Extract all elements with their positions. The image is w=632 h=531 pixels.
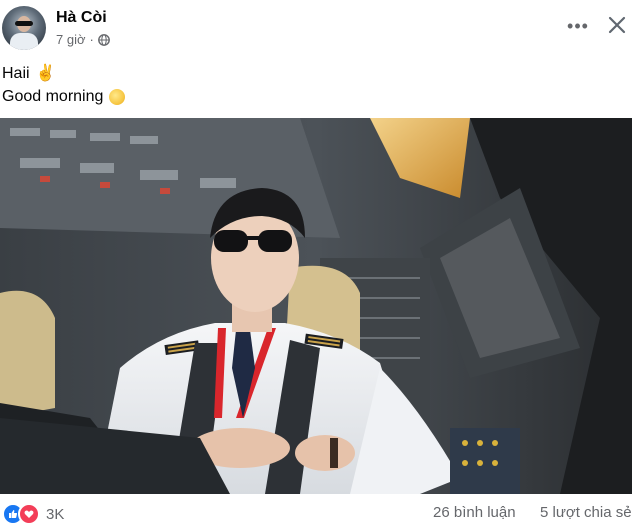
post-time[interactable]: 7 giờ	[56, 32, 86, 47]
post-photo[interactable]	[0, 118, 632, 494]
reactions-count: 3K	[46, 505, 65, 523]
avatar-sunglasses	[15, 21, 33, 26]
author-name[interactable]: Hà Còi	[56, 9, 107, 27]
post-header: Hà Còi 7 giờ · •••	[0, 0, 632, 60]
post-text-good-morning: Good morning	[2, 88, 104, 105]
post-text-line-1: Haii ✌	[2, 62, 125, 85]
post-footer: 3K 26 bình luận 5 lượt chia sẻ	[0, 494, 632, 531]
post-meta: 7 giờ ·	[56, 32, 110, 47]
sun-emoji	[109, 88, 126, 105]
avatar[interactable]	[2, 6, 46, 50]
close-icon[interactable]	[604, 12, 630, 38]
globe-icon[interactable]	[97, 33, 110, 46]
post-text: Haii ✌ Good morning	[2, 62, 126, 108]
love-icon	[18, 503, 40, 525]
reactions-summary[interactable]: 3K	[2, 503, 64, 525]
post-text-line-2: Good morning	[2, 85, 126, 108]
post-text-haii: Haii	[2, 65, 30, 82]
comments-count-link[interactable]: 26 bình luận	[433, 504, 516, 521]
separator: ·	[89, 32, 94, 47]
shares-count-link[interactable]: 5 lượt chia sẻ	[540, 504, 632, 521]
avatar-shirt	[10, 33, 38, 50]
more-options-button[interactable]: •••	[566, 14, 590, 38]
victory-hand-emoji: ✌	[35, 65, 56, 82]
cockpit-illustration	[0, 118, 632, 494]
